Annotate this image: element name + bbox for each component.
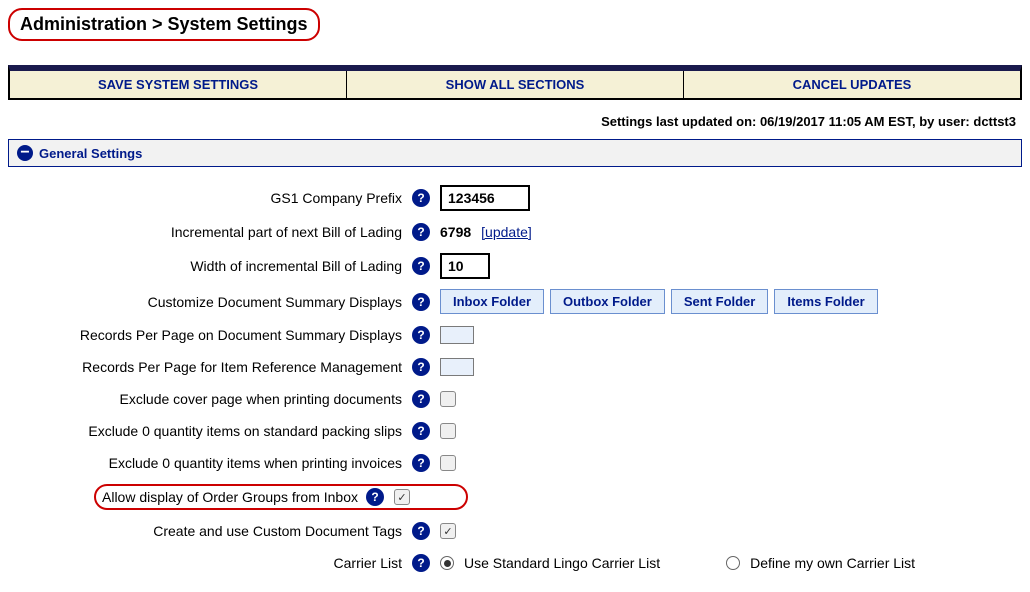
last-updated-status: Settings last updated on: 06/19/2017 11:… xyxy=(8,100,1022,139)
carrier-standard-radio[interactable] xyxy=(440,556,454,570)
gs1-prefix-input[interactable] xyxy=(440,185,530,211)
records-item-label: Records Per Page for Item Reference Mana… xyxy=(18,359,408,375)
gs1-prefix-label: GS1 Company Prefix xyxy=(18,190,408,206)
toolbar-cell: SHOW ALL SECTIONS xyxy=(347,71,684,98)
exclude-cover-checkbox[interactable] xyxy=(440,391,456,407)
help-icon[interactable]: ? xyxy=(412,454,430,472)
collapse-icon[interactable]: − xyxy=(17,145,33,161)
bol-incremental-label: Incremental part of next Bill of Lading xyxy=(18,224,408,240)
records-item-input[interactable] xyxy=(440,358,474,376)
allow-order-groups-checkbox[interactable]: ✓ xyxy=(394,489,410,505)
doc-summary-label: Customize Document Summary Displays xyxy=(18,294,408,310)
outbox-folder-button[interactable]: Outbox Folder xyxy=(550,289,665,314)
help-icon[interactable]: ? xyxy=(412,326,430,344)
help-icon[interactable]: ? xyxy=(412,522,430,540)
exclude-qty-slips-label: Exclude 0 quantity items on standard pac… xyxy=(18,423,408,439)
show-all-sections-link[interactable]: SHOW ALL SECTIONS xyxy=(446,77,585,92)
sent-folder-button[interactable]: Sent Folder xyxy=(671,289,769,314)
bol-width-input[interactable] xyxy=(440,253,490,279)
custom-tags-label: Create and use Custom Document Tags xyxy=(18,523,408,539)
exclude-qty-slips-checkbox[interactable] xyxy=(440,423,456,439)
inbox-folder-button[interactable]: Inbox Folder xyxy=(440,289,544,314)
bol-incremental-value: 6798 xyxy=(440,224,471,240)
bol-update-link[interactable]: [update] xyxy=(481,224,532,240)
save-settings-link[interactable]: SAVE SYSTEM SETTINGS xyxy=(98,77,258,92)
form-area: GS1 Company Prefix ? Incremental part of… xyxy=(8,167,1022,574)
section-header: − General Settings xyxy=(8,139,1022,167)
help-icon[interactable]: ? xyxy=(412,189,430,207)
exclude-cover-label: Exclude cover page when printing documen… xyxy=(18,391,408,407)
carrier-standard-label: Use Standard Lingo Carrier List xyxy=(464,555,660,571)
breadcrumb: Administration > System Settings xyxy=(8,8,320,41)
help-icon[interactable]: ? xyxy=(412,554,430,572)
section-title: General Settings xyxy=(39,146,142,161)
toolbar-cell: SAVE SYSTEM SETTINGS xyxy=(10,71,347,98)
help-icon[interactable]: ? xyxy=(412,422,430,440)
help-icon[interactable]: ? xyxy=(412,257,430,275)
carrier-list-label: Carrier List xyxy=(18,555,408,571)
custom-tags-checkbox[interactable]: ✓ xyxy=(440,523,456,539)
help-icon[interactable]: ? xyxy=(412,293,430,311)
records-doc-label: Records Per Page on Document Summary Dis… xyxy=(18,327,408,343)
help-icon[interactable]: ? xyxy=(412,223,430,241)
help-icon[interactable]: ? xyxy=(366,488,384,506)
highlight-oval: Allow display of Order Groups from Inbox… xyxy=(94,484,468,510)
toolbar: SAVE SYSTEM SETTINGS SHOW ALL SECTIONS C… xyxy=(8,65,1022,100)
records-doc-input[interactable] xyxy=(440,326,474,344)
help-icon[interactable]: ? xyxy=(412,390,430,408)
items-folder-button[interactable]: Items Folder xyxy=(774,289,877,314)
carrier-own-label: Define my own Carrier List xyxy=(750,555,915,571)
cancel-updates-link[interactable]: CANCEL UPDATES xyxy=(793,77,912,92)
bol-width-label: Width of incremental Bill of Lading xyxy=(18,258,408,274)
carrier-own-radio[interactable] xyxy=(726,556,740,570)
exclude-qty-inv-checkbox[interactable] xyxy=(440,455,456,471)
toolbar-cell: CANCEL UPDATES xyxy=(684,71,1020,98)
allow-order-groups-label: Allow display of Order Groups from Inbox xyxy=(102,489,358,505)
help-icon[interactable]: ? xyxy=(412,358,430,376)
exclude-qty-inv-label: Exclude 0 quantity items when printing i… xyxy=(18,455,408,471)
